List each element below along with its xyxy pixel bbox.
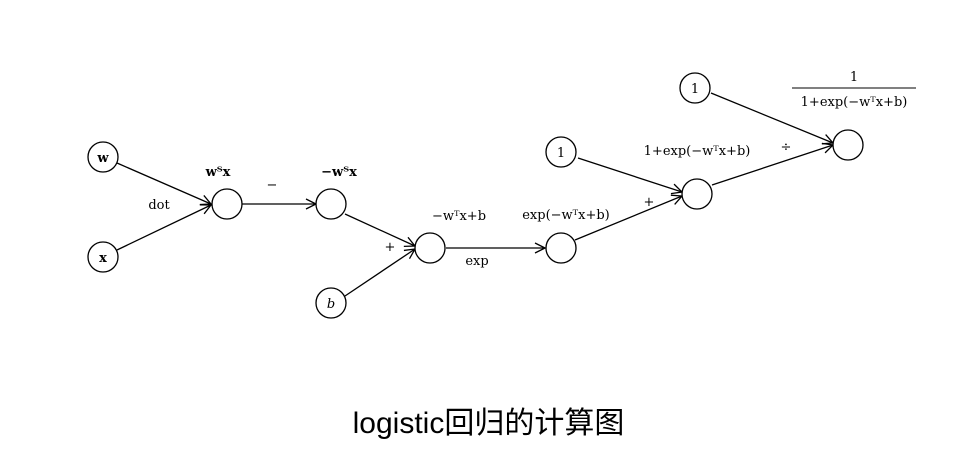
edge-one-to-plus2 bbox=[577, 157, 682, 192]
node-dot bbox=[211, 188, 243, 220]
expr-sigmoid-denominator: 1+exp(−wᵀx+b) bbox=[801, 95, 908, 110]
node-neg bbox=[315, 188, 347, 220]
op-nodes bbox=[211, 129, 864, 264]
node-exp bbox=[545, 232, 577, 264]
node-b-label: b bbox=[327, 297, 335, 312]
node-plus2 bbox=[681, 178, 713, 210]
op-exp-label: exp bbox=[465, 254, 488, 269]
expr-one-plus-exp: 1+exp(−wᵀx+b) bbox=[644, 144, 751, 159]
op-plus1-label: + bbox=[385, 240, 396, 255]
expr-wtx: wᵀx bbox=[205, 165, 231, 180]
node-one-b-label: 1 bbox=[691, 82, 699, 97]
node-x-label: x bbox=[99, 251, 107, 266]
node-plus bbox=[414, 232, 446, 264]
edge-b-to-plus bbox=[344, 249, 415, 297]
edge-neg-to-plus bbox=[344, 213, 415, 246]
node-div bbox=[832, 129, 864, 161]
op-neg-label: − bbox=[267, 178, 278, 193]
node-one-a-label: 1 bbox=[557, 146, 565, 161]
expr-neg-wtx-b: −wᵀx+b bbox=[432, 209, 486, 224]
expr-neg-wtx: −wᵀx bbox=[321, 165, 357, 180]
expr-exp-term: exp(−wᵀx+b) bbox=[522, 208, 610, 223]
op-div-label: ÷ bbox=[781, 140, 792, 155]
diagram-caption: logistic回归的计算图 bbox=[352, 407, 625, 440]
leaf-nodes: w x b 1 1 bbox=[87, 72, 711, 319]
op-dot-label: dot bbox=[148, 198, 170, 213]
expr-sigmoid-numerator: 1 bbox=[850, 70, 858, 85]
node-w-label: w bbox=[96, 151, 109, 166]
op-plus2-label: + bbox=[644, 195, 655, 210]
